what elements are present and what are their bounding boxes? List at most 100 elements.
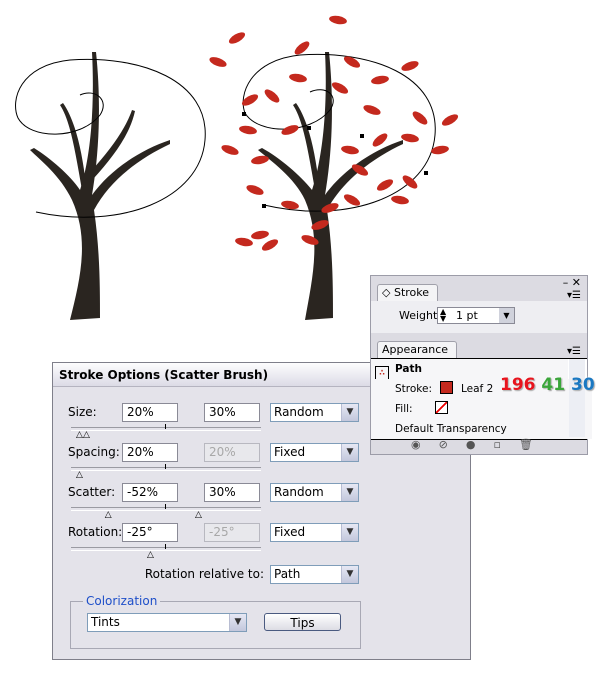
tab-appearance[interactable]: Appearance ✕ [377,341,457,372]
leaf [221,145,239,155]
chevron-down-icon[interactable]: ▼ [341,404,358,421]
mode-value: Random [274,485,324,499]
path-label: Path [395,363,422,375]
leaf [372,133,388,147]
leaf [264,89,280,103]
scattered-leaves [209,15,459,251]
slider-handle[interactable]: △ [195,511,202,520]
chevron-down-icon[interactable]: ▼ [341,566,358,583]
fill-label: Fill: [395,403,413,415]
rotation-relative-label: Rotation relative to: [144,567,264,581]
stroke-label: Stroke: [395,383,432,395]
weight-label: Weight: [399,309,442,322]
appearance-item-transparency[interactable]: Default Transparency [371,419,592,439]
slider-center-tick [165,464,166,469]
panel-menu-icon[interactable]: ▾☰ [567,290,581,301]
rotation-relative-select[interactable]: Path ▼ [270,565,359,584]
leaf [376,179,394,191]
leaf [401,133,419,143]
leaf [239,125,257,135]
leaf [251,230,269,240]
max-input[interactable]: 30% [204,403,260,422]
range-slider[interactable] [71,547,261,551]
left-tree [30,52,170,320]
row-label: Scatter: [68,485,116,499]
colorization-label: Colorization [83,594,161,608]
colorization-method-select[interactable]: Tints ▼ [87,613,247,632]
tab-appearance-label: Appearance [382,343,449,356]
slider-handle[interactable]: △ [76,431,83,440]
slider-handle[interactable]: △ [83,431,90,440]
tab-stroke-label: Stroke [393,286,430,299]
clear-icon[interactable]: ⊘ [439,438,466,451]
stroke-brush-name: Leaf 2 [461,383,494,395]
leaf [441,114,459,126]
fill-none-swatch[interactable] [434,401,448,414]
leaf [289,73,307,83]
leaf [371,75,389,85]
leaf [363,105,381,115]
scrollbar[interactable] [569,359,585,437]
slider-center-tick [165,504,166,509]
reduce-basic-icon[interactable]: ● [466,438,494,451]
appearance-item-fill[interactable]: Fill: [371,399,592,420]
panel-menu-icon[interactable]: ▾☰ [567,346,581,357]
appearance-list: ∴ Path Stroke: Leaf 2 Fill: Default Transp… [371,358,592,440]
trash-icon[interactable]: 🗑 [519,438,551,451]
max-input[interactable]: 30% [204,483,260,502]
transparency-label: Default Transparency [395,423,507,435]
rgb-blue: 30 [571,375,595,395]
stroke-appearance-panel: – ✕ ◇ Stroke ✕ ▾☰ Weight: ▲▼ 1 pt ▼ Appear… [370,275,592,455]
mode-value: Fixed [274,445,306,459]
slider-handle[interactable]: △ [147,551,154,560]
new-art-icon[interactable]: ◉ [411,438,439,451]
rgb-annotation: 196 41 30 [500,375,595,395]
leaf [412,111,428,125]
chevron-down-icon[interactable]: ▼ [341,524,358,541]
leaf [329,15,347,25]
min-input[interactable]: 20% [122,403,178,422]
weight-input[interactable]: ▲ ▼ 1 pt ▼ [437,307,515,324]
slider-handle[interactable]: △ [76,471,83,480]
weight-value: 1 pt [456,309,478,322]
slider-center-tick [165,424,166,429]
slider-handle[interactable]: △ [105,511,112,520]
duplicate-icon[interactable]: ▫ [493,438,518,451]
chevron-down-icon[interactable]: ▼ [229,614,246,631]
tips-button[interactable]: Tips [264,613,341,631]
range-slider[interactable] [71,467,261,471]
min-input[interactable]: -52% [122,483,178,502]
leaf [281,125,299,135]
chevron-down-icon[interactable]: ▼ [341,444,358,461]
max-input: 20% [204,443,260,462]
range-slider[interactable] [71,427,261,431]
leaf [228,32,246,44]
colorization-method-value: Tints [91,615,120,629]
max-input: -25° [204,523,260,542]
leaf [391,195,409,205]
chevron-down-icon[interactable]: ▼ [341,484,358,501]
mode-value: Fixed [274,525,306,539]
left-spiral-path [15,58,206,218]
slider-center-tick [165,544,166,549]
min-input[interactable]: -25° [122,523,178,542]
leaf [235,237,253,247]
stroke-swatch[interactable] [440,381,453,394]
leaf [341,145,359,155]
mode-select[interactable]: Random ▼ [270,483,359,502]
mode-select[interactable]: Fixed ▼ [270,443,359,462]
row-label: Size: [68,405,97,419]
tab-stroke[interactable]: ◇ Stroke ✕ [377,284,438,315]
minimize-close-icons[interactable]: – ✕ [563,276,581,289]
stepper-icon[interactable]: ▲ ▼ [440,308,446,323]
leaf [343,194,361,206]
min-input[interactable]: 20% [122,443,178,462]
chevron-down-icon[interactable]: ▼ [499,308,514,323]
range-slider[interactable] [71,507,261,511]
mode-select[interactable]: Random ▼ [270,403,359,422]
mode-select[interactable]: Fixed ▼ [270,523,359,542]
appearance-toolbar: ◉⊘●▫🗑 [411,438,551,451]
rgb-red: 196 [500,375,536,395]
rotation-relative-value: Path [274,567,301,581]
row-label: Spacing: [68,445,120,459]
